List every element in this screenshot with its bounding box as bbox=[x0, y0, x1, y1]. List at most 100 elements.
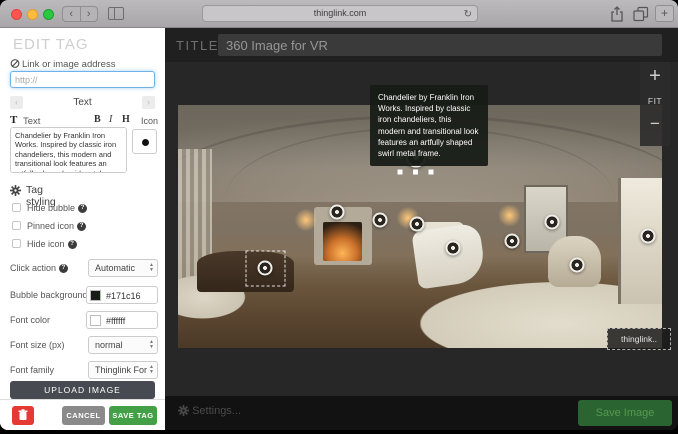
heading-button[interactable]: H bbox=[122, 114, 130, 125]
link-field-label: Link or image address bbox=[22, 59, 115, 70]
font-family-label: Font family bbox=[10, 365, 54, 375]
settings-label: Settings... bbox=[192, 405, 241, 417]
font-size-row: Font size (px) normal ▲▼ bbox=[0, 336, 165, 354]
title-label: TITLE: bbox=[176, 38, 224, 53]
help-icon[interactable]: ? bbox=[77, 222, 86, 231]
bubble-background-row: Bubble background #171c16 bbox=[0, 286, 165, 304]
pinned-icon-checkbox[interactable] bbox=[12, 221, 21, 230]
editor-canvas: Chandelier by Franklin Iron Works. Inspi… bbox=[165, 62, 678, 396]
cancel-button[interactable]: CANCEL bbox=[62, 406, 105, 425]
help-icon[interactable]: ? bbox=[78, 204, 87, 213]
help-icon[interactable]: ? bbox=[68, 240, 77, 249]
trash-icon bbox=[18, 409, 28, 421]
stepper-icon: ▲▼ bbox=[149, 365, 154, 375]
new-tab-button[interactable]: + bbox=[655, 5, 674, 22]
zoom-controls: + FIT − bbox=[640, 62, 670, 146]
pinned-icon-label: Pinned icon? bbox=[27, 221, 86, 231]
hide-icon-label: Hide icon? bbox=[27, 239, 77, 249]
stepper-icon: ▲▼ bbox=[149, 263, 154, 273]
icon-section-label: Icon bbox=[141, 116, 158, 126]
dot-icon bbox=[142, 139, 149, 146]
address-bar[interactable]: thinglink.com ↻ bbox=[202, 5, 478, 22]
link-input[interactable] bbox=[10, 71, 155, 88]
tag-description-textarea[interactable]: Chandelier by Franklin Iron Works. Inspi… bbox=[10, 127, 127, 173]
image-title-input[interactable] bbox=[218, 34, 662, 56]
image-tag[interactable] bbox=[640, 228, 655, 243]
image-tag[interactable] bbox=[504, 234, 519, 249]
forward-button[interactable]: › bbox=[81, 7, 98, 21]
bubble-background-swatch bbox=[90, 290, 101, 301]
bubble-background-label: Bubble background bbox=[10, 290, 88, 300]
title-bar: TITLE: bbox=[165, 28, 678, 62]
font-family-select[interactable]: Thinglink For ▲▼ bbox=[88, 361, 158, 379]
font-family-row: Font family Thinglink For ▲▼ bbox=[0, 361, 165, 379]
click-action-row: Click action? Automatic ▲▼ bbox=[0, 259, 165, 277]
image-tag[interactable] bbox=[258, 261, 273, 276]
font-color-label: Font color bbox=[10, 315, 50, 325]
help-icon[interactable]: ? bbox=[59, 264, 68, 273]
font-color-input[interactable]: #ffffff bbox=[86, 311, 158, 329]
save-tag-button[interactable]: SAVE TAG bbox=[109, 406, 157, 425]
text-format-row: T Text B I H Icon bbox=[10, 114, 158, 127]
zoom-fit-button[interactable]: FIT bbox=[640, 90, 670, 112]
upload-image-button[interactable]: UPLOAD IMAGE bbox=[10, 381, 155, 399]
url-text: thinglink.com bbox=[314, 8, 367, 18]
link-icon bbox=[10, 58, 20, 69]
next-type-button[interactable]: › bbox=[142, 96, 155, 109]
share-icon[interactable] bbox=[610, 6, 624, 22]
editor-main: TITLE: bbox=[165, 28, 678, 430]
click-action-label: Click action? bbox=[10, 263, 68, 273]
bold-button[interactable]: B bbox=[94, 114, 101, 125]
image-tag[interactable] bbox=[569, 257, 584, 272]
gear-icon bbox=[10, 185, 21, 196]
font-size-label: Font size (px) bbox=[10, 340, 65, 350]
bottom-bar: Settings... Save Image bbox=[165, 396, 678, 430]
italic-button[interactable]: I bbox=[109, 114, 112, 125]
tag-type-label: Text bbox=[10, 96, 155, 109]
panel-title: EDIT TAG bbox=[13, 36, 89, 53]
text-tool-icon: T bbox=[10, 114, 17, 126]
close-window-button[interactable] bbox=[11, 9, 22, 20]
zoom-in-button[interactable]: + bbox=[640, 62, 670, 90]
browser-window: ‹ › thinglink.com ↻ + EDIT TAG Link or i… bbox=[0, 0, 678, 430]
font-size-select[interactable]: normal ▲▼ bbox=[88, 336, 158, 354]
tag-tooltip: Chandelier by Franklin Iron Works. Inspi… bbox=[370, 85, 488, 166]
bubble-background-input[interactable]: #171c16 bbox=[86, 286, 158, 304]
pinned-icon-row: Pinned icon? bbox=[12, 220, 152, 232]
zoom-window-button[interactable] bbox=[43, 9, 54, 20]
image-tag[interactable] bbox=[410, 217, 425, 232]
tabs-overview-icon[interactable] bbox=[633, 6, 649, 22]
text-tool-label: Text bbox=[23, 116, 40, 127]
image-tag[interactable] bbox=[545, 214, 560, 229]
hide-bubble-label: Hide bubble? bbox=[27, 203, 87, 213]
back-button[interactable]: ‹ bbox=[63, 7, 81, 21]
settings-button[interactable]: Settings... bbox=[178, 405, 241, 417]
tag-icon-picker-button[interactable] bbox=[132, 129, 157, 154]
nav-buttons: ‹ › bbox=[62, 6, 98, 22]
hide-bubble-row: Hide bubble? bbox=[12, 202, 152, 214]
browser-toolbar: ‹ › thinglink.com ↻ + bbox=[0, 0, 678, 28]
click-action-select[interactable]: Automatic ▲▼ bbox=[88, 259, 158, 277]
hide-icon-row: Hide icon? bbox=[12, 238, 152, 250]
edit-tag-panel: EDIT TAG Link or image address ‹ Text › … bbox=[0, 28, 165, 430]
gear-icon bbox=[178, 405, 189, 416]
zoom-out-button[interactable]: − bbox=[640, 112, 670, 136]
save-image-button[interactable]: Save Image bbox=[578, 400, 672, 426]
image-tag[interactable] bbox=[372, 212, 387, 227]
font-color-swatch bbox=[90, 315, 101, 326]
stepper-icon: ▲▼ bbox=[149, 340, 154, 350]
refresh-icon[interactable]: ↻ bbox=[464, 7, 472, 22]
minimize-window-button[interactable] bbox=[27, 9, 38, 20]
delete-tag-button[interactable] bbox=[12, 406, 34, 425]
image-tag[interactable] bbox=[445, 240, 460, 255]
tag-dashed-selection bbox=[245, 250, 285, 286]
hide-icon-checkbox[interactable] bbox=[12, 239, 21, 248]
font-color-row: Font color #ffffff bbox=[0, 311, 165, 329]
thinglink-watermark: thinglink.. bbox=[607, 328, 671, 350]
panel-footer: CANCEL SAVE TAG bbox=[0, 399, 165, 430]
tag-type-switcher: ‹ Text › bbox=[10, 96, 155, 110]
hide-bubble-checkbox[interactable] bbox=[12, 203, 21, 212]
tag-styling-header[interactable]: Tag styling bbox=[10, 183, 21, 196]
sidebar-toggle-icon[interactable] bbox=[108, 7, 124, 20]
image-tag[interactable] bbox=[330, 204, 345, 219]
